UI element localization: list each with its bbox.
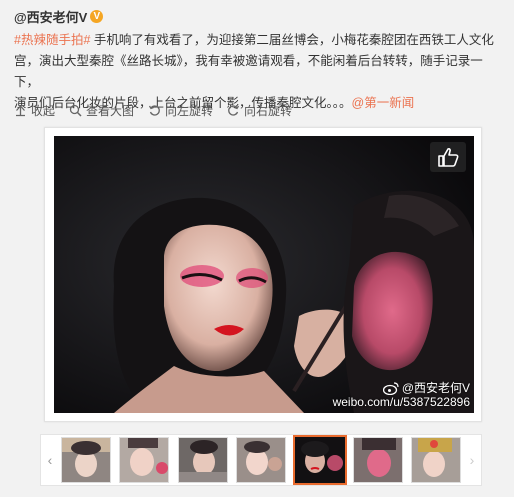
thumbnail-1[interactable] [61,437,111,483]
photo-frame: @西安老何V weibo.com/u/5387522896 [44,127,482,422]
thumbnail-7[interactable] [411,437,461,483]
thumbnail-image [354,438,402,482]
view-large-button[interactable]: 查看大图 [69,102,134,119]
post-text-line2: 宫，演出大型秦腔《丝路长城》，我有幸被邀请观看，不能闲着后台转转，随手记录一下， [14,54,483,89]
rotate-right-label: 向右旋转 [244,104,293,118]
weibo-logo-icon [382,381,399,395]
rotate-right-icon [228,105,240,116]
main-photo[interactable]: @西安老何V weibo.com/u/5387522896 [54,136,474,413]
thumbnail-image [62,438,110,482]
thumbnail-image [295,437,345,483]
thumbnail-strip: ‹ › [40,434,482,486]
thumbnail-image [179,438,227,482]
actress-makeup-image [54,136,474,413]
hashtag-link[interactable]: #热辣随手拍# [14,33,90,47]
verified-badge-icon: V [90,10,104,23]
thumbs-up-icon [438,148,459,167]
watermark-url: weibo.com/u/5387522896 [332,395,470,409]
rotate-right-button[interactable]: 向右旋转 [227,102,292,119]
rotate-left-icon [148,105,160,116]
collapse-icon [16,105,25,117]
thumbnail-6[interactable] [353,437,403,483]
thumbnail-3[interactable] [178,437,228,483]
weibo-post-card: @西安老何V V #热辣随手拍# 手机响了有戏看了，为迎接第二届丝博会，小梅花秦… [6,0,514,497]
rotate-left-button[interactable]: 向左旋转 [148,102,213,119]
thumbs-next-chevron-right-icon[interactable]: › [465,435,479,485]
thumbnail-5-selected[interactable] [293,435,347,485]
like-button[interactable] [430,142,466,172]
thumbnail-4[interactable] [236,437,286,483]
thumbnail-image [237,438,285,482]
post-text-line1: 手机响了有戏看了，为迎接第二届丝博会，小梅花秦腔团在西铁工人文化 [90,33,494,47]
watermark-name: @西安老何V [401,381,470,395]
view-large-label: 查看大图 [86,104,135,118]
image-actions: 收起 查看大图 向左旋转 向右旋转 [14,102,292,119]
thumbnail-image [120,438,168,482]
collapse-button[interactable]: 收起 [14,102,55,119]
author-name[interactable]: @西安老何V [14,7,87,26]
collapse-label: 收起 [31,104,56,118]
thumbnail-image [412,438,460,482]
author-line: @西安老何V V [14,7,104,26]
thumbnail-2[interactable] [119,437,169,483]
magnify-icon [69,104,82,117]
thumbs-prev-chevron-left-icon[interactable]: ‹ [43,435,57,485]
mention-link[interactable]: @第一新闻 [352,96,415,110]
rotate-left-label: 向左旋转 [165,104,214,118]
photo-watermark: @西安老何V weibo.com/u/5387522896 [333,381,470,409]
